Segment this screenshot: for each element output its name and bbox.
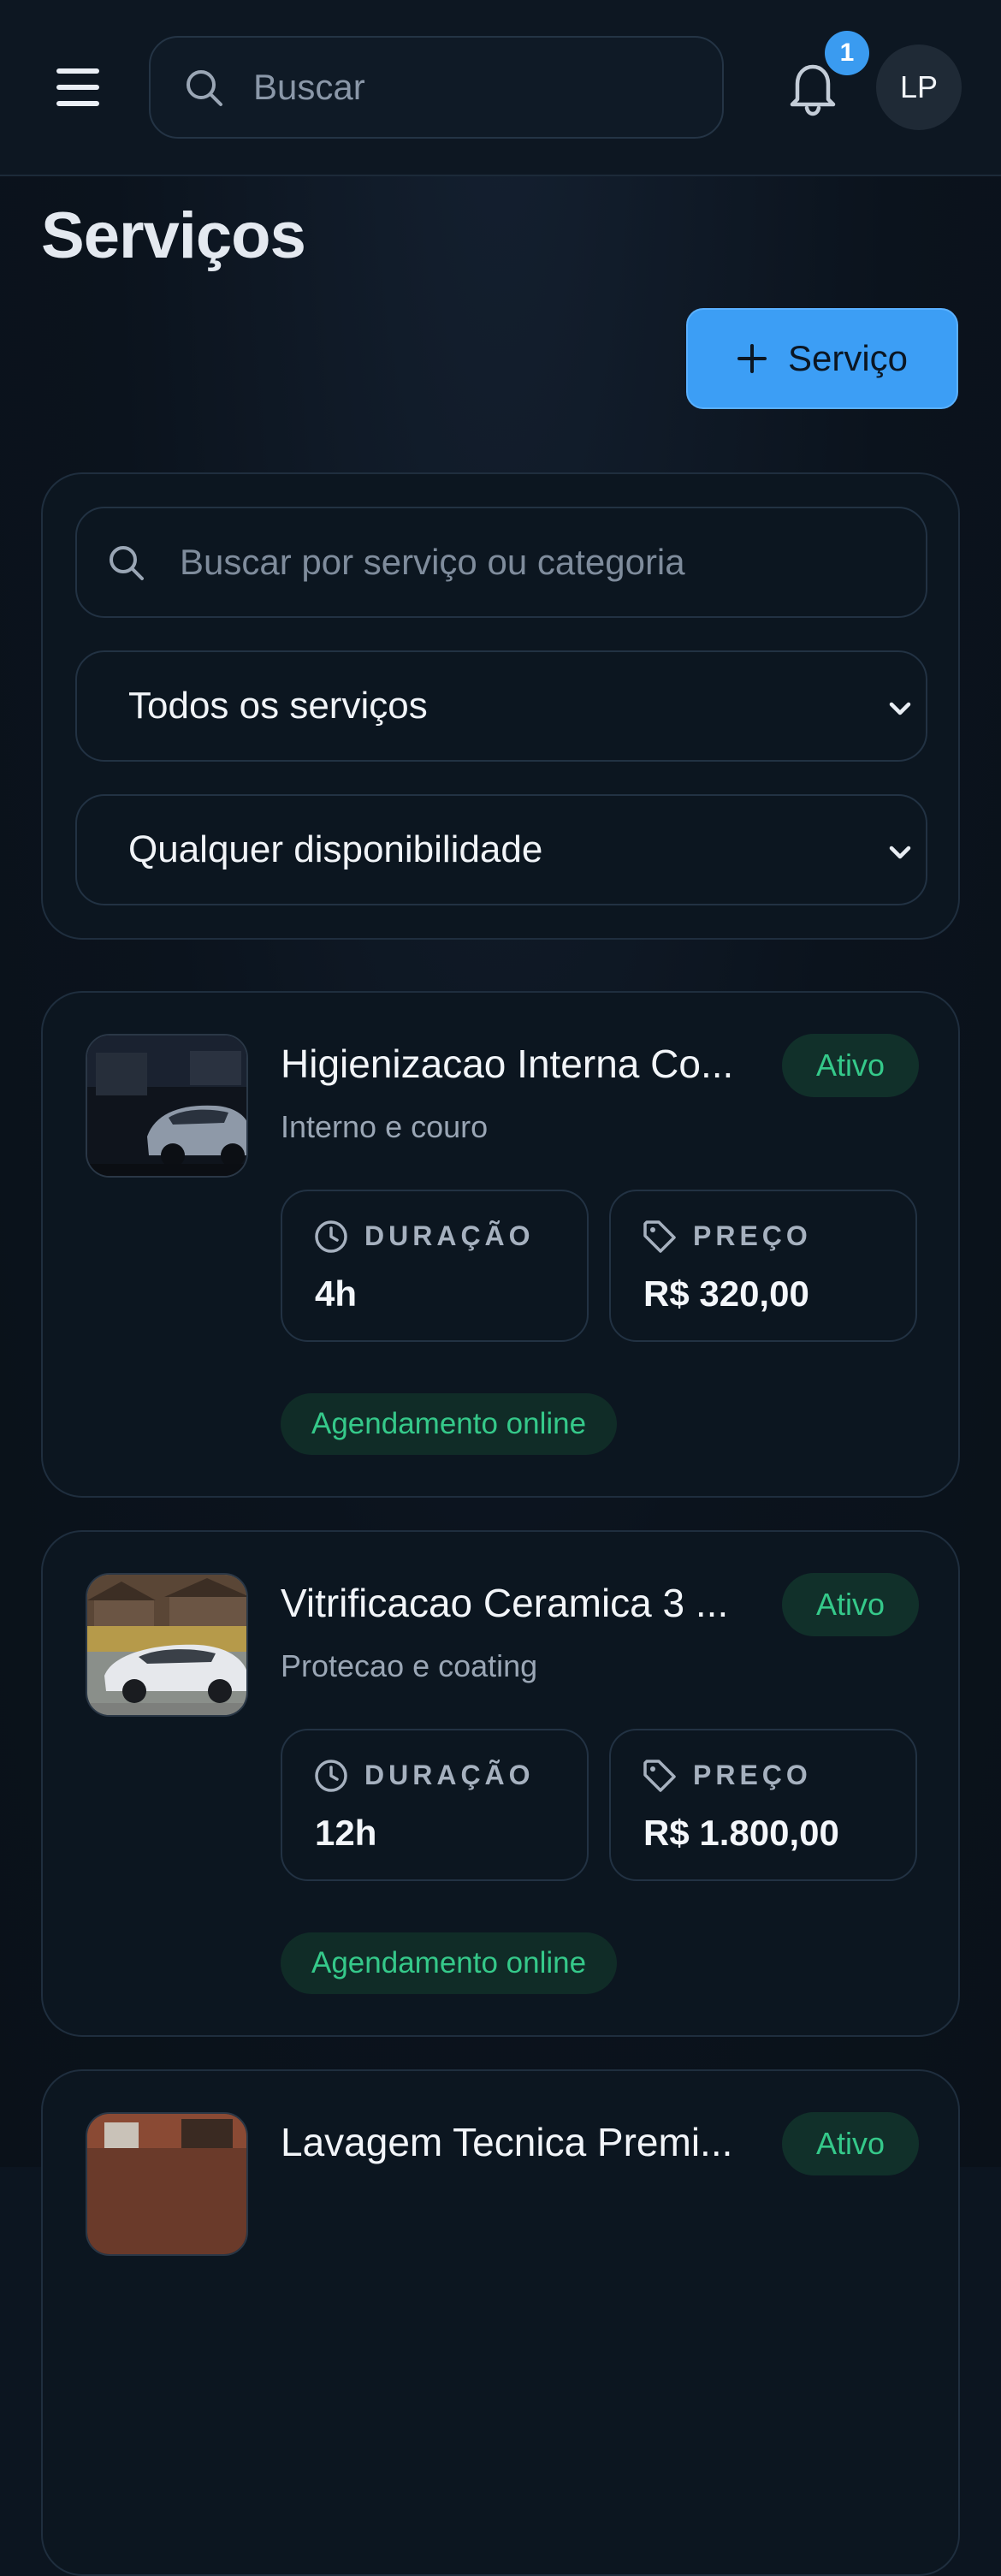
notification-badge: 1 (825, 31, 869, 75)
menu-icon[interactable] (56, 68, 99, 106)
search-icon (187, 70, 222, 106)
service-category: Interno e couro (281, 1109, 489, 1144)
status-badge: Ativo (782, 1034, 919, 1097)
service-category: Protecao e coating (281, 1648, 538, 1683)
search-icon (110, 546, 144, 580)
service-card[interactable]: Lavagem Tecnica Premi... Ativo (41, 2069, 960, 2576)
service-search[interactable] (75, 507, 927, 618)
clock-icon (315, 1220, 347, 1253)
filter-panel: Todos os serviços Qualquer disponibilida… (41, 472, 960, 940)
add-service-button[interactable]: Serviço (686, 308, 958, 409)
page-title: Serviços (41, 199, 306, 272)
duration-stat: DURAÇÃO 4h (281, 1190, 589, 1342)
global-search[interactable] (149, 36, 724, 139)
global-search-input[interactable] (253, 38, 698, 137)
chevron-down-icon (889, 846, 911, 859)
duration-value: 4h (315, 1273, 358, 1314)
service-type-value: Todos os serviços (128, 685, 428, 727)
plus-icon (737, 344, 767, 373)
price-value: R$ 1.800,00 (643, 1813, 839, 1853)
duration-label: DURAÇÃO (364, 1760, 535, 1790)
price-value: R$ 320,00 (643, 1273, 809, 1314)
price-label: PREÇO (693, 1760, 812, 1790)
duration-value: 12h (315, 1813, 377, 1853)
service-search-input[interactable] (180, 508, 898, 616)
service-title: Vitrificacao Ceramica 3 ... (281, 1581, 729, 1625)
price-stat: PREÇO R$ 320,00 (609, 1190, 917, 1342)
clock-icon (315, 1760, 347, 1792)
status-badge: Ativo (782, 2112, 919, 2175)
price-label: PREÇO (693, 1220, 812, 1251)
service-type-select[interactable]: Todos os serviços (75, 650, 927, 762)
service-thumbnail (86, 2112, 248, 2256)
service-card[interactable]: Vitrificacao Ceramica 3 ... Ativo Protec… (41, 1530, 960, 2037)
duration-stat: DURAÇÃO 12h (281, 1729, 589, 1881)
availability-select[interactable]: Qualquer disponibilidade (75, 794, 927, 905)
add-service-label: Serviço (787, 338, 909, 378)
avatar[interactable]: LP (876, 45, 962, 130)
status-badge: Ativo (782, 1573, 919, 1636)
online-booking-tag: Agendamento online (281, 1393, 618, 1455)
tag-icon (643, 1220, 676, 1253)
service-card[interactable]: Higienizacao Interna Co... Ativo Interno… (41, 991, 960, 1498)
availability-value: Qualquer disponibilidade (128, 828, 543, 870)
service-title: Higienizacao Interna Co... (281, 1042, 734, 1086)
price-stat: PREÇO R$ 1.800,00 (609, 1729, 917, 1881)
chevron-down-icon (889, 702, 911, 715)
tag-icon (643, 1760, 676, 1792)
service-thumbnail (86, 1573, 248, 1717)
service-thumbnail (86, 1034, 248, 1178)
online-booking-tag: Agendamento online (281, 1932, 618, 1994)
duration-label: DURAÇÃO (364, 1220, 535, 1251)
top-bar: 1 LP (0, 0, 1001, 176)
service-title: Lavagem Tecnica Premi... (281, 2120, 733, 2164)
